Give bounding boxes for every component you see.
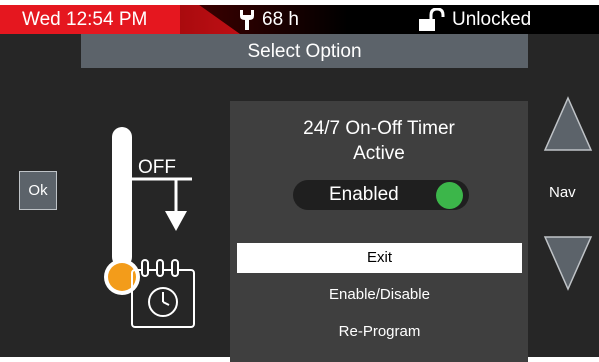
down-arrow-icon [165, 211, 187, 231]
enabled-toggle[interactable]: Enabled [293, 180, 469, 210]
menu-item-enable-disable[interactable]: Enable/Disable [237, 280, 522, 310]
screen: Wed 12:54 PM 68 h Unlocked Select Option… [0, 0, 599, 362]
menu-item-re-program[interactable]: Re-Program [237, 317, 522, 347]
unlocked-icon [419, 8, 445, 31]
off-label: OFF [138, 157, 176, 178]
lock-status: Unlocked [452, 9, 532, 30]
toggle-label: Enabled [329, 184, 399, 205]
toggle-knob [436, 182, 463, 209]
status-bar: Wed 12:54 PM 68 h Unlocked [0, 5, 599, 34]
title-bar: Select Option [81, 34, 528, 68]
nav-up-button[interactable] [543, 96, 593, 152]
triangle-up-icon [543, 96, 593, 151]
timer-title: 24/7 On-Off Timer [303, 118, 455, 139]
page-title: Select Option [247, 41, 362, 62]
ok-button[interactable]: Ok [19, 171, 57, 210]
wrench-icon [240, 10, 254, 30]
main-panel: Wed 12:54 PM 68 h Unlocked Select Option… [0, 5, 599, 362]
thermometer-stem [112, 127, 132, 267]
nav-down-button[interactable] [543, 235, 593, 291]
timer-state: Active [353, 143, 405, 164]
service-hours: 68 h [262, 9, 299, 30]
option-panel: 24/7 On-Off Timer Active Enabled Exit En… [230, 101, 528, 362]
triangle-down-icon [543, 236, 593, 291]
datetime: Wed 12:54 PM [22, 9, 148, 30]
menu-item-exit[interactable]: Exit [237, 243, 522, 273]
thermometer-timer-graphic: OFF [104, 127, 195, 328]
nav-label: Nav [549, 184, 576, 201]
